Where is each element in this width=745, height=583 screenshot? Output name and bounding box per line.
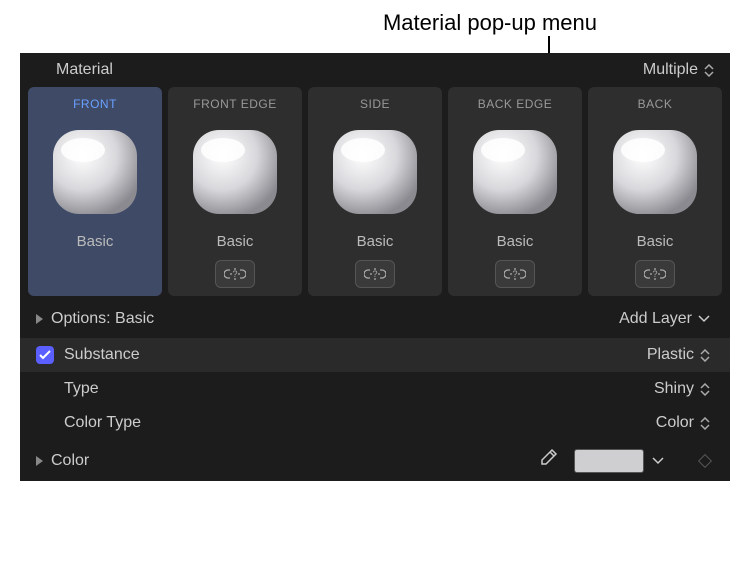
substance-popup[interactable]: Plastic xyxy=(647,346,710,364)
annotation-callout: Material pop-up menu xyxy=(0,10,745,36)
popup-arrows-icon xyxy=(704,64,714,77)
link-toggle-button[interactable]: ? xyxy=(215,260,255,288)
material-preview-icon xyxy=(602,119,708,225)
facet-header: SIDE xyxy=(360,97,390,111)
type-label: Type xyxy=(64,380,99,398)
facet-side[interactable]: SIDE Basic? xyxy=(308,87,442,296)
options-disclosure-group[interactable]: Options: Basic xyxy=(36,310,154,328)
chevron-down-icon[interactable] xyxy=(652,452,664,470)
facet-label: Basic xyxy=(497,233,534,250)
material-popup-value: Multiple xyxy=(643,61,698,79)
material-preview-icon xyxy=(182,119,288,225)
facet-header: BACK xyxy=(638,97,673,111)
substance-value: Plastic xyxy=(647,346,694,364)
color-well[interactable] xyxy=(574,449,644,473)
annotation-text: Material pop-up menu xyxy=(383,10,597,35)
facet-label: Basic xyxy=(357,233,394,250)
type-value: Shiny xyxy=(654,380,694,398)
type-popup[interactable]: Shiny xyxy=(654,380,710,398)
material-facets-row: FRONTBasicFRONT EDGEBasic?SIDEBasic?BACK… xyxy=(20,87,730,300)
substance-label: Substance xyxy=(64,346,140,364)
options-row: Options: Basic Add Layer xyxy=(20,300,730,338)
material-popup-menu[interactable]: Multiple xyxy=(643,61,714,79)
facet-label: Basic xyxy=(77,233,114,250)
facet-back-edge[interactable]: BACK EDGE Basic? xyxy=(448,87,582,296)
popup-arrows-icon xyxy=(700,417,710,430)
link-toggle-button[interactable]: ? xyxy=(355,260,395,288)
facet-back[interactable]: BACK Basic? xyxy=(588,87,722,296)
color-type-label: Color Type xyxy=(64,414,141,432)
facet-front-edge[interactable]: FRONT EDGE Basic? xyxy=(168,87,302,296)
facet-header: FRONT xyxy=(73,97,117,111)
link-toggle-button[interactable]: ? xyxy=(635,260,675,288)
link-toggle-button[interactable]: ? xyxy=(495,260,535,288)
material-preview-icon xyxy=(322,119,428,225)
color-type-value: Color xyxy=(656,414,694,432)
color-disclosure-group[interactable]: Color xyxy=(36,452,89,470)
popup-arrows-icon xyxy=(700,383,710,396)
material-inspector-panel: Material Multiple FRONT Basic FRONT EDGE Ba… xyxy=(20,53,730,481)
material-title: Material xyxy=(56,61,113,79)
color-type-popup[interactable]: Color xyxy=(656,414,710,432)
facet-label: Basic xyxy=(637,233,674,250)
svg-text:?: ? xyxy=(512,269,517,279)
svg-text:?: ? xyxy=(232,269,237,279)
options-label: Options: Basic xyxy=(51,310,154,328)
chevron-down-icon xyxy=(698,310,710,328)
color-type-row: Color Type Color xyxy=(20,406,730,440)
substance-row: Substance Plastic xyxy=(20,338,730,372)
color-row: Color xyxy=(20,440,730,481)
material-header: Material Multiple xyxy=(20,53,730,87)
svg-text:?: ? xyxy=(372,269,377,279)
disclosure-triangle-icon xyxy=(36,314,43,324)
add-layer-button[interactable]: Add Layer xyxy=(619,310,710,328)
facet-label: Basic xyxy=(217,233,254,250)
substance-checkbox[interactable] xyxy=(36,346,54,364)
svg-text:?: ? xyxy=(652,269,657,279)
material-preview-icon xyxy=(42,119,148,225)
add-layer-label: Add Layer xyxy=(619,310,692,328)
material-preview-icon xyxy=(462,119,568,225)
eyedropper-button[interactable] xyxy=(538,448,558,473)
facet-front[interactable]: FRONT Basic xyxy=(28,87,162,296)
facet-header: FRONT EDGE xyxy=(193,97,276,111)
type-row: Type Shiny xyxy=(20,372,730,406)
disclosure-triangle-icon xyxy=(36,456,43,466)
popup-arrows-icon xyxy=(700,349,710,362)
keyframe-diamond-icon[interactable] xyxy=(698,453,712,467)
color-label: Color xyxy=(51,452,89,470)
facet-header: BACK EDGE xyxy=(478,97,553,111)
